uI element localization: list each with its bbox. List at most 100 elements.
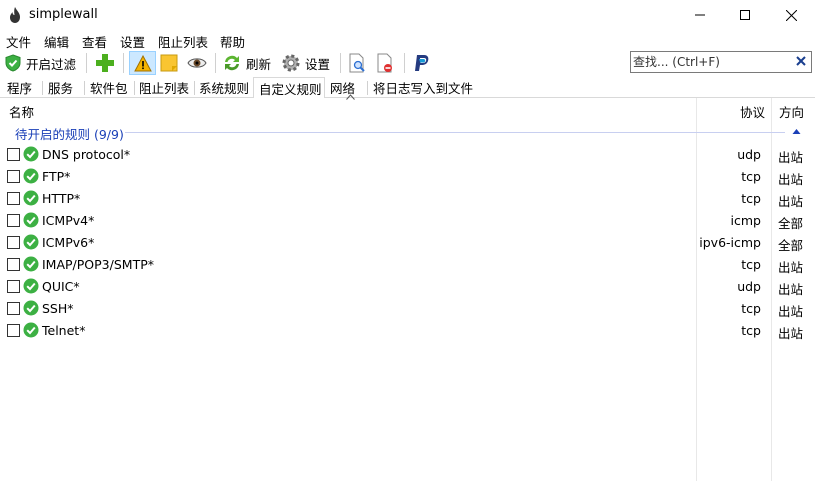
settings-button[interactable]: 设置 [281,51,330,75]
rule-checkbox[interactable] [7,324,20,337]
rule-name: ICMPv4* [42,213,95,228]
rule-protocol: icmp [730,213,761,228]
check-circle-icon [23,168,39,184]
document-delete-icon [377,53,392,73]
rule-direction: 全部 [778,216,804,231]
gear-icon [282,54,300,72]
column-header-protocol[interactable]: 协议 [740,102,765,121]
list-item[interactable]: DNS protocol* udp 出站 [0,144,815,166]
column-header-name[interactable]: 名称 [9,102,34,121]
rule-group-header[interactable]: 待开启的规则 (9/9) [0,123,815,142]
paypal-icon [415,55,429,71]
rule-name: FTP* [42,169,71,184]
tab-programs[interactable]: 程序 [2,78,40,97]
eye-icon [187,58,207,68]
rule-checkbox[interactable] [7,214,20,227]
check-circle-icon [23,300,39,316]
rule-protocol: udp [737,147,761,162]
rule-name: SSH* [42,301,74,316]
rule-direction: 出站 [778,282,804,297]
logs-view-button[interactable] [348,51,366,75]
check-circle-icon [23,256,39,272]
tab-log-to-file[interactable]: 将日志写入到文件 [368,78,478,97]
column-header-direction[interactable]: 方向 [779,102,804,121]
list-item[interactable]: Telnet* tcp 出站 [0,320,815,342]
add-rule-button[interactable] [95,51,115,75]
search-input[interactable] [633,53,793,71]
sort-ascending-icon [346,94,355,100]
rule-protocol: tcp [741,323,761,338]
check-circle-icon [23,322,39,338]
notifications-button[interactable] [129,51,156,75]
collapse-icon[interactable] [792,128,801,135]
warning-icon [133,54,152,71]
rule-checkbox[interactable] [7,280,20,293]
rule-name: IMAP/POP3/SMTP* [42,257,154,272]
rule-direction: 出站 [778,304,804,319]
shield-check-icon [5,54,21,72]
enable-filter-label: 开启过滤 [26,56,77,72]
list-item[interactable]: SSH* tcp 出站 [0,298,815,320]
rule-checkbox[interactable] [7,302,20,315]
check-circle-icon [23,190,39,206]
group-title: 待开启的规则 (9/9) [15,127,124,142]
rule-checkbox[interactable] [7,236,20,249]
list-item[interactable]: ICMPv4* icmp 全部 [0,210,815,232]
donate-button[interactable] [412,51,432,75]
rule-direction: 全部 [778,238,804,253]
toolbar-separator [404,53,405,73]
tab-packages[interactable]: 软件包 [85,78,133,97]
rule-protocol: tcp [741,191,761,206]
rule-protocol: ipv6-icmp [699,235,761,250]
tab-services[interactable]: 服务 [43,78,82,97]
list-item[interactable]: FTP* tcp 出站 [0,166,815,188]
maximize-button[interactable] [722,0,768,30]
tab-blocklist[interactable]: 阻止列表 [134,78,194,97]
close-button[interactable] [768,0,814,30]
list-item[interactable]: QUIC* udp 出站 [0,276,815,298]
rule-checkbox[interactable] [7,258,20,271]
settings-label: 设置 [305,56,331,72]
note-icon [160,54,178,72]
rule-name: ICMPv6* [42,235,95,250]
list-header: 名称 协议 方向 [0,98,815,122]
list-item[interactable]: HTTP* tcp 出站 [0,188,815,210]
rule-direction: 出站 [778,260,804,275]
tab-system-rules[interactable]: 系统规则 [194,78,253,97]
list-item[interactable]: IMAP/POP3/SMTP* tcp 出站 [0,254,815,276]
log-button[interactable] [160,51,178,75]
logs-clear-button[interactable] [376,51,394,75]
view-button[interactable] [187,51,207,75]
toolbar-separator [86,53,87,73]
rule-direction: 出站 [778,194,804,209]
rule-direction: 出站 [778,150,804,165]
toolbar-separator [123,53,124,73]
close-icon [785,9,797,21]
refresh-label: 刷新 [246,56,272,72]
enable-filter-button[interactable]: 开启过滤 [4,51,76,75]
tab-custom-rules[interactable]: 自定义规则 [253,77,325,98]
rule-protocol: tcp [741,301,761,316]
rule-direction: 出站 [778,326,804,341]
rule-name: HTTP* [42,191,81,206]
minimize-button[interactable] [677,0,723,30]
maximize-icon [740,10,750,20]
check-circle-icon [23,212,39,228]
search-box[interactable] [630,51,812,73]
rule-direction: 出站 [778,172,804,187]
refresh-button[interactable]: 刷新 [222,51,271,75]
toolbar-separator [340,53,341,73]
menu-bar: 文件 编辑 查看 设置 阻止列表 帮助 [0,30,815,50]
clear-search-icon[interactable] [795,55,807,67]
refresh-icon [225,55,239,71]
list-item[interactable]: ICMPv6* ipv6-icmp 全部 [0,232,815,254]
plus-icon [96,54,114,72]
check-circle-icon [23,146,39,162]
check-circle-icon [23,234,39,250]
rule-checkbox[interactable] [7,148,20,161]
rule-protocol: tcp [741,257,761,272]
rule-checkbox[interactable] [7,170,20,183]
rule-name: DNS protocol* [42,147,131,162]
rule-checkbox[interactable] [7,192,20,205]
check-circle-icon [23,278,39,294]
